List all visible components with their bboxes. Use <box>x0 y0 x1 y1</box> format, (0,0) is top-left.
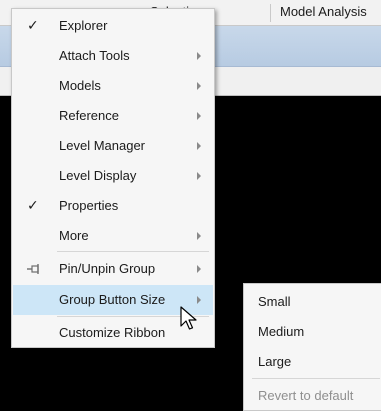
tab-divider <box>270 4 271 22</box>
submenu-item-label: Small <box>258 294 291 309</box>
menu-item-label: Attach Tools <box>59 48 130 63</box>
submenu-item-large[interactable]: Large <box>245 346 381 376</box>
menu-item-properties[interactable]: ✓ Properties <box>13 191 213 221</box>
menu-item-label: More <box>59 228 89 243</box>
menu-item-label: Properties <box>59 198 119 213</box>
menu-item-label: Explorer <box>59 18 108 33</box>
submenu-separator <box>252 378 380 379</box>
submenu-arrow-icon <box>197 82 201 90</box>
submenu-item-revert-to-default[interactable]: Revert to default <box>245 380 381 410</box>
submenu-arrow-icon <box>197 232 201 240</box>
menu-item-label: Customize Ribbon <box>59 325 166 340</box>
submenu-item-small[interactable]: Small <box>245 286 381 316</box>
submenu-arrow-icon <box>197 265 201 273</box>
submenu-arrow-icon <box>197 52 201 60</box>
submenu-item-label: Revert to default <box>258 388 354 403</box>
submenu-item-label: Large <box>258 354 292 369</box>
menu-item-attach-tools[interactable]: Attach Tools <box>13 41 213 71</box>
submenu-arrow-icon <box>197 172 201 180</box>
ribbon-context-menu: ✓ Explorer Attach Tools Models Reference… <box>11 8 215 348</box>
menu-item-label: Level Display <box>59 168 137 183</box>
menu-separator <box>57 251 209 252</box>
menu-item-pin-unpin-group[interactable]: Pin/Unpin Group <box>13 254 213 284</box>
group-button-size-submenu: Small Medium Large Revert to default <box>243 283 381 411</box>
menu-item-more[interactable]: More <box>13 221 213 251</box>
mouse-pointer-icon <box>180 306 197 330</box>
menu-item-label: Level Manager <box>59 138 145 153</box>
submenu-arrow-icon <box>197 142 201 150</box>
submenu-arrow-icon <box>197 112 201 120</box>
submenu-arrow-icon <box>197 296 201 304</box>
submenu-item-medium[interactable]: Medium <box>245 316 381 346</box>
pin-icon <box>27 264 39 274</box>
menu-item-label: Group Button Size <box>59 292 166 307</box>
tab-model-analysis[interactable]: Model Analysis <box>280 4 381 24</box>
menu-item-models[interactable]: Models <box>13 71 213 101</box>
check-icon: ✓ <box>27 197 39 213</box>
menu-item-explorer[interactable]: ✓ Explorer <box>13 11 213 41</box>
check-icon: ✓ <box>27 17 39 33</box>
submenu-item-label: Medium <box>258 324 305 339</box>
menu-item-level-manager[interactable]: Level Manager <box>13 131 213 161</box>
menu-item-level-display[interactable]: Level Display <box>13 161 213 191</box>
menu-item-label: Models <box>59 78 101 93</box>
menu-item-label: Reference <box>59 108 119 123</box>
menu-item-label: Pin/Unpin Group <box>59 261 156 276</box>
menu-item-reference[interactable]: Reference <box>13 101 213 131</box>
